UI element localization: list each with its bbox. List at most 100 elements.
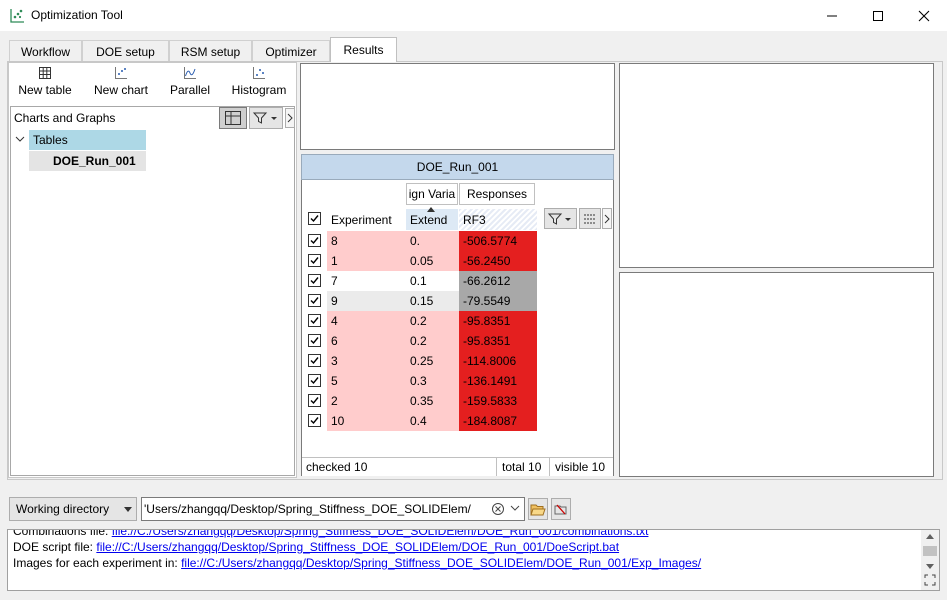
- histogram-button[interactable]: Histogram: [226, 66, 292, 104]
- open-folder-button[interactable]: [528, 498, 548, 520]
- chevron-down-icon: [15, 136, 25, 142]
- chevron-down-icon[interactable]: [510, 505, 520, 512]
- check-icon: [310, 397, 319, 405]
- expand-icon[interactable]: [924, 574, 936, 586]
- table-row[interactable]: 6 0.2 -95.8351: [303, 331, 539, 351]
- check-icon: [310, 297, 319, 305]
- tree-filter-button[interactable]: [249, 107, 283, 129]
- minimize-button[interactable]: [809, 0, 855, 31]
- table-scroll-right-button[interactable]: [602, 208, 612, 229]
- row-checkbox[interactable]: [308, 314, 321, 327]
- table-row[interactable]: 1 0.05 -56.2450: [303, 251, 539, 271]
- group-header-design-variables[interactable]: ign Varia: [406, 183, 458, 205]
- new-chart-button[interactable]: New chart: [88, 66, 154, 104]
- tab-results[interactable]: Results: [330, 37, 397, 62]
- column-header-rf3[interactable]: RF3: [459, 209, 537, 230]
- log-line: Combinations file: file://C:/Users/zhang…: [13, 530, 649, 538]
- table-row[interactable]: 3 0.25 -114.8006: [303, 351, 539, 371]
- row-checkbox[interactable]: [308, 414, 321, 427]
- chevron-right-icon: [604, 214, 610, 223]
- group-header-responses[interactable]: Responses: [459, 183, 535, 205]
- maximize-button[interactable]: [855, 0, 901, 31]
- cell-rf3: -506.5774: [459, 231, 537, 251]
- filter-icon: [252, 112, 277, 124]
- tab-doe-setup[interactable]: DOE setup: [82, 40, 169, 62]
- log-link[interactable]: file://C:/Users/zhangqq/Desktop/Spring_S…: [112, 530, 649, 538]
- cell-experiment: 4: [327, 311, 406, 331]
- cell-extend: 0.3: [406, 371, 459, 391]
- log-link[interactable]: file://C:/Users/zhangqq/Desktop/Spring_S…: [96, 540, 619, 554]
- table-filter-button[interactable]: [544, 208, 577, 229]
- log-scrollbar[interactable]: [921, 530, 939, 590]
- check-icon: [310, 417, 319, 425]
- app-icon: [10, 9, 24, 23]
- new-table-button[interactable]: New table: [12, 66, 78, 104]
- tab-rsm-setup[interactable]: RSM setup: [169, 40, 252, 62]
- table-row[interactable]: 7 0.1 -66.2612: [303, 271, 539, 291]
- working-directory-input[interactable]: 'Users/zhangqq/Desktop/Spring_Stiffness_…: [141, 497, 525, 521]
- log-line: DOE script file: file://C:/Users/zhangqq…: [13, 540, 619, 554]
- cell-rf3: -95.8351: [459, 311, 537, 331]
- table-row[interactable]: 9 0.15 -79.5549: [303, 291, 539, 311]
- cell-experiment: 7: [327, 271, 406, 291]
- clear-icon[interactable]: [491, 502, 505, 516]
- cell-extend: 0.1: [406, 271, 459, 291]
- parallel-button[interactable]: Parallel: [164, 66, 216, 104]
- table-row[interactable]: 8 0. -506.5774: [303, 231, 539, 251]
- cell-experiment: 6: [327, 331, 406, 351]
- table-row[interactable]: 2 0.35 -159.5833: [303, 391, 539, 411]
- row-checkbox[interactable]: [308, 254, 321, 267]
- working-directory-label: Working directory: [16, 502, 110, 516]
- scroll-up-icon[interactable]: [926, 534, 934, 539]
- tree-item-doe-run[interactable]: DOE_Run_001: [29, 151, 146, 171]
- column-header-extend[interactable]: Extend: [406, 209, 458, 230]
- scroll-down-icon[interactable]: [926, 564, 934, 569]
- cell-rf3: -114.8006: [459, 351, 537, 371]
- table-view-button[interactable]: [219, 107, 247, 129]
- cell-extend: 0.4: [406, 411, 459, 431]
- log-line: Images for each experiment in: file://C:…: [13, 556, 701, 570]
- cell-rf3: -56.2450: [459, 251, 537, 271]
- parallel-label: Parallel: [169, 83, 211, 97]
- cell-extend: 0.05: [406, 251, 459, 271]
- minimize-icon: [827, 15, 837, 16]
- log-output: Combinations file: file://C:/Users/zhang…: [7, 529, 940, 591]
- row-checkbox[interactable]: [308, 394, 321, 407]
- window-title: Optimization Tool: [31, 8, 123, 22]
- tree-group-tables[interactable]: Tables: [11, 130, 146, 150]
- log-scrollbar-thumb[interactable]: [923, 546, 937, 556]
- cell-experiment: 1: [327, 251, 406, 271]
- column-header-experiment[interactable]: Experiment: [327, 209, 406, 230]
- row-checkbox[interactable]: [308, 334, 321, 347]
- table-status-bar: checked 10 total 10 visible 10: [302, 457, 613, 476]
- row-checkbox[interactable]: [308, 294, 321, 307]
- title-bar: [0, 0, 947, 31]
- cell-extend: 0.: [406, 231, 459, 251]
- tab-workflow[interactable]: Workflow: [9, 40, 82, 62]
- table-row[interactable]: 5 0.3 -136.1491: [303, 371, 539, 391]
- cell-experiment: 9: [327, 291, 406, 311]
- new-chart-label: New chart: [93, 83, 149, 97]
- close-icon: [918, 10, 930, 21]
- row-checkbox[interactable]: [308, 374, 321, 387]
- cell-rf3: -95.8351: [459, 331, 537, 351]
- close-button[interactable]: [901, 0, 947, 31]
- pane-top-right: [619, 63, 934, 268]
- row-checkbox[interactable]: [308, 234, 321, 247]
- log-label: Images for each experiment in:: [13, 556, 182, 570]
- tab-optimizer[interactable]: Optimizer: [252, 40, 330, 62]
- cell-experiment: 3: [327, 351, 406, 371]
- cell-extend: 0.35: [406, 391, 459, 411]
- tree-scroll-right-button[interactable]: [285, 108, 295, 128]
- table-row[interactable]: 10 0.4 -184.8087: [303, 411, 539, 431]
- columns-menu-icon: [584, 214, 596, 223]
- table-columns-button[interactable]: [579, 208, 601, 229]
- log-link[interactable]: file://C:/Users/zhangqq/Desktop/Spring_S…: [181, 556, 701, 570]
- row-checkbox[interactable]: [308, 274, 321, 287]
- cell-rf3: -136.1491: [459, 371, 537, 391]
- clear-directory-button[interactable]: [551, 498, 571, 520]
- row-checkbox[interactable]: [308, 354, 321, 367]
- table-row[interactable]: 4 0.2 -95.8351: [303, 311, 539, 331]
- working-directory-dropdown[interactable]: Working directory: [9, 497, 137, 521]
- select-all-checkbox[interactable]: [308, 212, 321, 225]
